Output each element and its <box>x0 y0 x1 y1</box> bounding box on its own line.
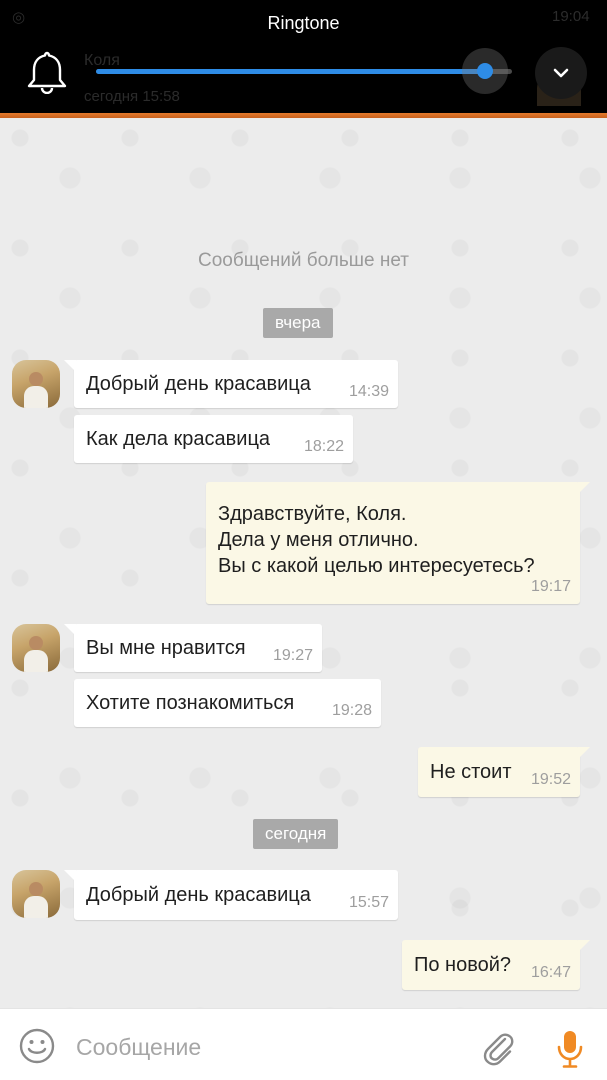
message-time: 15:57 <box>348 894 389 911</box>
emoji-icon[interactable] <box>18 1027 56 1065</box>
date-separator-yesterday: вчера <box>263 308 333 338</box>
message-text-line: Вы с какой целью интересуетесь? <box>218 555 535 577</box>
message-composer <box>0 1008 607 1080</box>
incoming-message[interactable]: Добрый день красавица 15:57 <box>64 870 398 920</box>
date-separator-today: сегодня <box>253 819 339 849</box>
volume-panel: ◎ 19:04 Ringtone Коля сегодня 15:58 <box>0 0 607 115</box>
message-input[interactable] <box>76 1031 466 1063</box>
message-text: Как дела красавица <box>86 428 271 450</box>
message-text: Добрый день красавица <box>86 884 311 906</box>
contact-avatar[interactable] <box>12 360 60 408</box>
volume-slider-knob[interactable] <box>476 63 493 79</box>
message-text: Добрый день красавица <box>86 373 311 395</box>
message-time: 14:39 <box>348 383 389 400</box>
message-text: Хотите познакомиться <box>86 692 295 714</box>
dim-contact-name: Коля <box>84 52 120 69</box>
incoming-message[interactable]: Добрый день красавица 14:39 <box>64 360 398 408</box>
contact-avatar[interactable] <box>12 870 60 918</box>
volume-slider-fill <box>96 69 485 74</box>
incoming-message[interactable]: Хотите познакомиться 19:28 <box>74 679 381 727</box>
incoming-message[interactable]: Вы мне нравится 19:27 <box>64 624 322 672</box>
dim-last-seen: сегодня 15:58 <box>84 88 180 105</box>
header-accent-line <box>0 113 607 118</box>
expand-button[interactable] <box>535 47 587 99</box>
message-time: 19:17 <box>530 578 571 595</box>
message-time: 19:52 <box>530 771 571 788</box>
contact-avatar[interactable] <box>12 624 60 672</box>
message-text: Не стоит <box>430 761 512 783</box>
incoming-message[interactable]: Как дела красавица 18:22 <box>74 415 353 463</box>
no-more-messages-label: Сообщений больше нет <box>198 250 409 271</box>
message-text: Вы мне нравится <box>86 637 246 659</box>
chevron-down-icon <box>553 68 569 78</box>
microphone-icon[interactable] <box>556 1029 584 1069</box>
message-time: 16:47 <box>530 964 571 981</box>
message-text-line: Дела у меня отлично. <box>218 529 419 551</box>
outgoing-message[interactable]: Не стоит 19:52 <box>418 747 590 797</box>
message-time: 19:28 <box>331 702 372 719</box>
message-time: 18:22 <box>303 438 344 455</box>
attach-icon[interactable] <box>480 1029 516 1067</box>
message-text: По новой? <box>414 954 512 976</box>
bell-icon[interactable] <box>26 50 68 94</box>
outgoing-message[interactable]: По новой? 16:47 <box>402 940 590 990</box>
volume-slider[interactable] <box>96 48 512 94</box>
volume-panel-title: Ringtone <box>267 13 340 33</box>
outgoing-message[interactable]: Здравствуйте, Коля. Дела у меня отлично.… <box>206 482 590 604</box>
message-time: 19:27 <box>272 647 313 664</box>
message-text-line: Здравствуйте, Коля. <box>218 503 407 525</box>
